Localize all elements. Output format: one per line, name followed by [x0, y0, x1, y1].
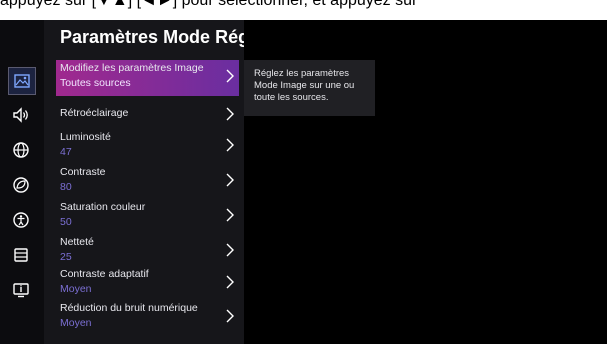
settings-list-icon[interactable]: [8, 242, 34, 268]
chevron-right-icon: [225, 68, 235, 84]
menu-item-contrast[interactable]: Contraste 80: [56, 164, 239, 198]
menu-item-value: Moyen: [60, 283, 92, 295]
menu-item-label: Netteté: [60, 236, 94, 248]
menu-item-label: Rétroéclairage: [60, 107, 129, 119]
menu-item-noise-reduction[interactable]: Réduction du bruit numérique Moyen: [56, 300, 239, 334]
menu-item-value: 50: [60, 216, 72, 228]
menu-item-color-saturation[interactable]: Saturation couleur 50: [56, 199, 239, 233]
panel-title: Paramètres Mode Réglage: [60, 27, 244, 47]
help-tooltip: Réglez les paramètres Mode Image sur une…: [244, 60, 375, 116]
menu-item-label: Modifiez les paramètres Image: [60, 62, 204, 74]
menu-item-value: 25: [60, 251, 72, 263]
menu-item-label: Réduction du bruit numérique: [60, 302, 198, 314]
chevron-right-icon: [225, 172, 235, 188]
menu-item-label: Contraste adaptatif: [60, 268, 149, 280]
menu-item-backlight[interactable]: Rétroéclairage: [56, 98, 239, 132]
menu-item-label: Contraste: [60, 166, 106, 178]
menu-item-value: 47: [60, 146, 72, 158]
top-instruction-banner: appuyez sur [▼▲] [◄►] pour sélectionner,…: [0, 0, 607, 20]
menu-item-brightness[interactable]: Luminosité 47: [56, 129, 239, 163]
menu-item-label: Saturation couleur: [60, 201, 146, 213]
chevron-right-icon: [225, 274, 235, 290]
network-icon[interactable]: [8, 137, 34, 163]
help-tooltip-text: Réglez les paramètres Mode Image sur une…: [254, 68, 355, 103]
menu-item-label: Luminosité: [60, 131, 111, 143]
icon-rail: [0, 20, 44, 344]
accessibility-icon[interactable]: [8, 207, 34, 233]
chevron-right-icon: [225, 308, 235, 324]
chevron-right-icon: [225, 106, 235, 122]
top-instruction-text: appuyez sur [▼▲] [◄►] pour sélectionner,…: [0, 0, 418, 9]
menu-item-value: Toutes sources: [60, 77, 131, 89]
menu-item-adaptive-contrast[interactable]: Contraste adaptatif Moyen: [56, 266, 239, 300]
tv-info-icon[interactable]: [8, 277, 34, 303]
eco-icon[interactable]: [8, 172, 34, 198]
menu-item-picture-settings[interactable]: Modifiez les paramètres Image Toutes sou…: [56, 60, 239, 96]
chevron-right-icon: [225, 137, 235, 153]
menu-item-value: Moyen: [60, 317, 92, 329]
chevron-right-icon: [225, 207, 235, 223]
picture-icon[interactable]: [8, 67, 36, 95]
picture-settings-panel: Paramètres Mode Réglage Modifiez les par…: [44, 20, 244, 344]
sound-icon[interactable]: [8, 102, 34, 128]
menu-item-value: 80: [60, 181, 72, 193]
chevron-right-icon: [225, 242, 235, 258]
menu-item-sharpness[interactable]: Netteté 25: [56, 234, 239, 268]
